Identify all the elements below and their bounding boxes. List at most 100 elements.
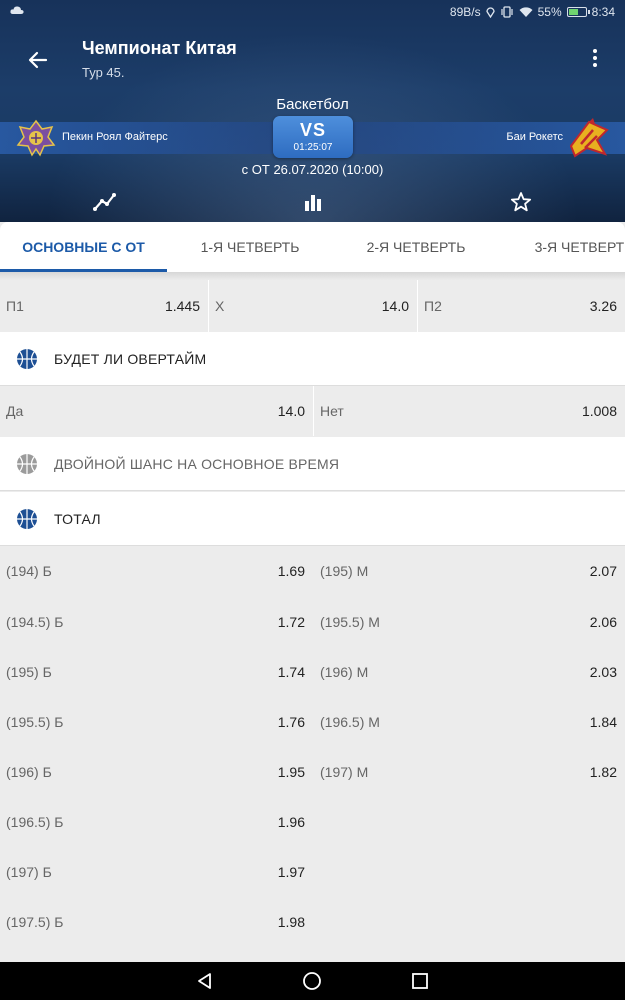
- odds-cell-partial[interactable]: [0, 947, 313, 962]
- tabs-shadow: [0, 272, 625, 280]
- battery-icon: [566, 7, 590, 17]
- odds-cell-p1[interactable]: П1 1.445: [0, 280, 208, 332]
- network-speed: 89B/s: [449, 5, 481, 19]
- back-button[interactable]: [22, 44, 54, 76]
- tab-quarter-2[interactable]: 2-Я ЧЕТВЕРТЬ: [333, 222, 499, 272]
- odds-cell-total-over[interactable]: (195.5) Б 1.76: [0, 697, 313, 746]
- odds-value: 14.0: [381, 298, 409, 314]
- odds-cell-total-under[interactable]: (195) М 2.07: [314, 546, 625, 596]
- odds-cell-total-over[interactable]: (197.5) Б 1.98: [0, 897, 313, 946]
- odds-label: (196) М: [320, 663, 369, 680]
- section-double-chance-header[interactable]: ДВОЙНОЙ ШАНС НА ОСНОВНОЕ ВРЕМЯ: [0, 437, 625, 491]
- odds-cell-total-over[interactable]: (196) Б 1.95: [0, 747, 313, 796]
- section-title: ДВОЙНОЙ ШАНС НА ОСНОВНОЕ ВРЕМЯ: [54, 456, 340, 472]
- nav-home-button[interactable]: [302, 971, 322, 991]
- odds-cell-x[interactable]: Х 14.0: [209, 280, 417, 332]
- odds-cell-total-under[interactable]: (195.5) М 2.06: [314, 597, 625, 646]
- statistics-button[interactable]: [300, 190, 326, 214]
- match-start-time: с ОТ 26.07.2020 (10:00): [241, 162, 384, 177]
- line-chart-icon: [93, 193, 116, 211]
- square-recents-icon: [412, 973, 428, 989]
- odds-value: 1.98: [277, 913, 305, 930]
- dot-icon: [593, 56, 597, 60]
- odds-value: 1.95: [277, 763, 305, 780]
- odds-value: 1.74: [277, 663, 305, 680]
- odds-cell-empty: [314, 947, 625, 962]
- odds-cell-total-over[interactable]: (195) Б 1.74: [0, 647, 313, 696]
- section-total-header[interactable]: ТОТАЛ: [0, 492, 625, 546]
- dot-icon: [593, 49, 597, 53]
- odds-cell-p2[interactable]: П2 3.26: [418, 280, 625, 332]
- system-nav-bar: [0, 962, 625, 1000]
- odds-value: 1.445: [164, 298, 200, 314]
- odds-label: (194) Б: [6, 563, 52, 579]
- odds-value: 2.07: [589, 563, 617, 579]
- circle-home-icon: [303, 972, 321, 990]
- away-team-logo-icon: [569, 118, 609, 158]
- battery-level: [568, 9, 578, 15]
- odds-cell-total-under[interactable]: (196) М 2.03: [314, 647, 625, 696]
- battery-percent: 55%: [537, 5, 562, 19]
- section-title: БУДЕТ ЛИ ОВЕРТАЙМ: [54, 351, 207, 367]
- page-subtitle: Тур 45.: [82, 65, 125, 80]
- odds-cell-total-over[interactable]: (196.5) Б 1.96: [0, 797, 313, 846]
- odds-value: 1.69: [277, 563, 305, 579]
- stats-trend-button[interactable]: [92, 190, 118, 214]
- cloud-icon: [10, 6, 24, 14]
- odds-label: (196.5) Б: [6, 813, 64, 830]
- odds-cell-total-over[interactable]: (197) Б 1.97: [0, 847, 313, 896]
- odds-cell-total-over[interactable]: (194) Б 1.69: [0, 546, 313, 596]
- odds-value: 14.0: [277, 403, 305, 419]
- vs-label: VS: [299, 120, 326, 140]
- tab-main-with-ot[interactable]: ОСНОВНЫЕ С ОТ: [0, 222, 167, 272]
- basketball-icon: [17, 349, 37, 369]
- dot-icon: [593, 63, 597, 67]
- nav-recents-button[interactable]: [410, 971, 430, 991]
- basketball-icon: [17, 454, 37, 474]
- odds-label: (197.5) Б: [6, 913, 64, 930]
- odds-value: 3.26: [589, 298, 617, 314]
- odds-value: 2.03: [589, 663, 617, 680]
- tab-quarter-3[interactable]: 3-Я ЧЕТВЕРТЬ: [499, 222, 625, 272]
- favorite-button[interactable]: [508, 190, 534, 214]
- odds-label: П2: [424, 298, 442, 314]
- odds-cell-total-over[interactable]: (194.5) Б 1.72: [0, 597, 313, 646]
- odds-value: 1.76: [277, 713, 305, 730]
- home-team-name: Пекин Роял Файтерс: [62, 131, 168, 143]
- odds-value: 1.82: [589, 763, 617, 780]
- odds-label: (195.5) М: [320, 613, 380, 630]
- tab-quarter-1[interactable]: 1-Я ЧЕТВЕРТЬ: [167, 222, 333, 272]
- odds-label: (195) Б: [6, 663, 52, 680]
- odds-label: Х: [215, 298, 225, 314]
- odds-value: 1.96: [277, 813, 305, 830]
- market-tabs: ОСНОВНЫЕ С ОТ 1-Я ЧЕТВЕРТЬ 2-Я ЧЕТВЕРТЬ …: [0, 222, 625, 272]
- odds-cell-total-under[interactable]: (197) М 1.82: [314, 747, 625, 796]
- sport-label: Баскетбол: [276, 96, 349, 113]
- section-title: ТОТАЛ: [54, 511, 101, 527]
- home-team-logo-icon: [16, 119, 56, 157]
- more-options-button[interactable]: [585, 46, 605, 70]
- odds-cell-overtime-no[interactable]: Нет 1.008: [314, 386, 625, 436]
- match-header: 89B/s 55% 8:34 Чемпионат Китая Тур 45. Б…: [0, 0, 625, 222]
- odds-cell-overtime-yes[interactable]: Да 14.0: [0, 386, 313, 436]
- bar-chart-icon: [305, 195, 321, 211]
- odds-value: 1.97: [277, 863, 305, 880]
- triangle-back-icon: [198, 973, 211, 989]
- arrow-left-icon: [28, 51, 48, 69]
- odds-value: 1.84: [589, 713, 617, 730]
- odds-cell-total-under[interactable]: (196.5) М 1.84: [314, 697, 625, 746]
- odds-cell-empty: [314, 797, 625, 846]
- odds-label: П1: [6, 298, 24, 314]
- status-bar: 89B/s 55% 8:34: [0, 0, 625, 26]
- odds-value: 2.06: [589, 613, 617, 630]
- nav-back-button[interactable]: [195, 971, 215, 991]
- odds-label: (196) Б: [6, 763, 52, 780]
- odds-label: Нет: [320, 403, 344, 419]
- section-overtime-header[interactable]: БУДЕТ ЛИ ОВЕРТАЙМ: [0, 332, 625, 386]
- page-title: Чемпионат Китая: [82, 38, 237, 58]
- vibrate-icon: [501, 6, 513, 18]
- odds-label: (197) М: [320, 763, 369, 780]
- odds-value: 1.72: [277, 613, 305, 630]
- basketball-icon: [17, 509, 37, 529]
- odds-cell-empty: [314, 897, 625, 946]
